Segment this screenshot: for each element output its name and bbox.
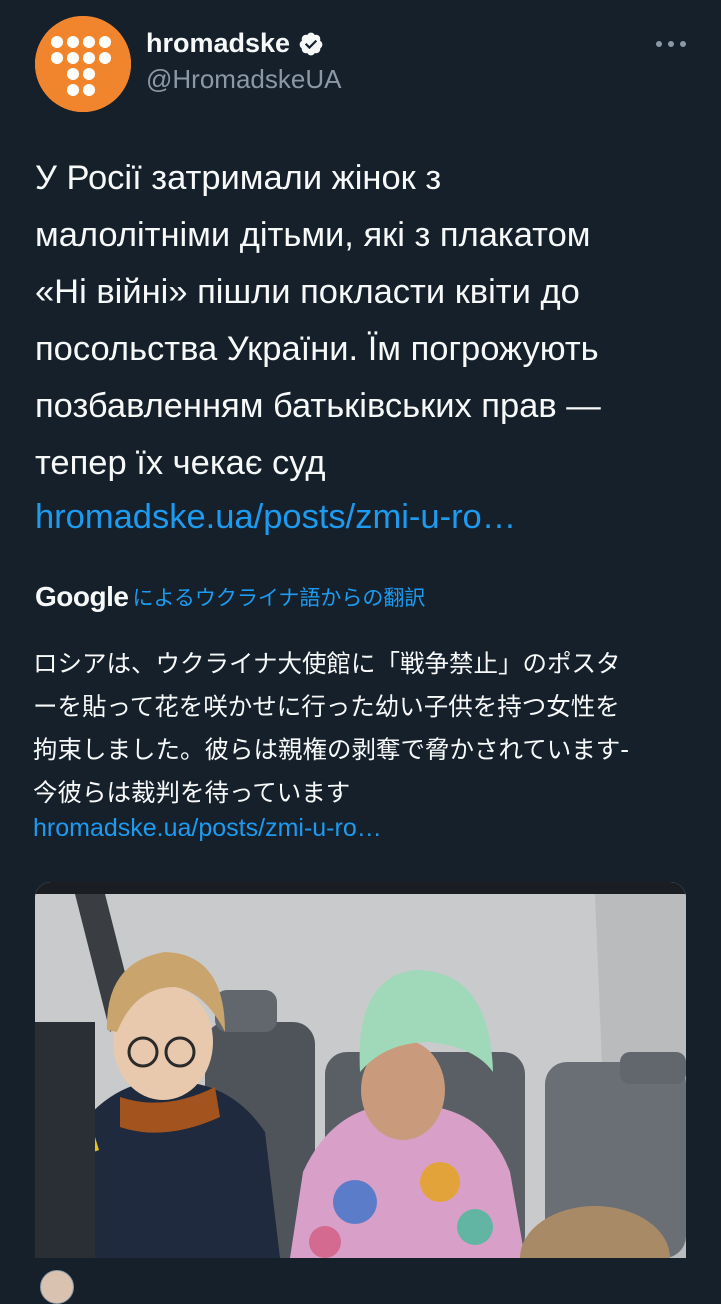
translated-text-line: 拘束しました。彼らは親権の剥奪で脅かされています- <box>33 735 630 764</box>
tweet-text-line: «Ні війні» пішли покласти квіти до <box>35 273 580 311</box>
tweet-text-line: тепер їх чекає суд <box>35 444 326 482</box>
hromadske-logo-icon <box>35 16 131 112</box>
more-options-icon[interactable] <box>654 34 688 54</box>
translated-text: ロシアは、ウクライナ大使館に「戦争禁止」のポスタ ーを貼って花を咲かせに行った幼… <box>33 642 693 814</box>
verified-badge-icon <box>299 32 323 55</box>
google-logo: Google <box>35 581 129 612</box>
tweet-text: У Росії затримали жінок з малолітніми ді… <box>35 150 695 492</box>
author-avatar[interactable] <box>35 16 131 112</box>
translated-text-line: ロシアは、ウクライナ大使館に「戦争禁止」のポスタ <box>33 649 621 678</box>
tweet-text-line: малолітніми дітьми, які з плакатом <box>35 216 591 254</box>
tweet-text-line: позбавленням батьківських прав — <box>35 387 601 425</box>
author-name[interactable]: hromadske <box>146 28 324 59</box>
translation-label[interactable]: によるウクライナ語からの翻訳 <box>132 582 425 612</box>
translated-link[interactable]: hromadske.ua/posts/zmi-u-ro… <box>33 808 382 848</box>
reply-avatar[interactable] <box>40 1270 74 1304</box>
author-handle[interactable]: @HromadskeUA <box>146 64 341 95</box>
tweet[interactable]: hromadske @HromadskeUA У Росії затримали… <box>0 0 721 1304</box>
bottom-bar <box>0 1262 721 1280</box>
translated-text-line: ーを貼って花を咲かせに行った幼い子供を持つ女性を <box>33 692 620 721</box>
tweet-photo[interactable] <box>35 882 686 1258</box>
tweet-text-line: У Росії затримали жінок з <box>35 159 442 197</box>
photo-children-on-bus <box>35 882 686 1258</box>
tweet-link[interactable]: hromadske.ua/posts/zmi-u-ro… <box>35 489 516 546</box>
translation-attribution[interactable]: Google によるウクライナ語からの翻訳 <box>35 581 425 613</box>
author-name-text[interactable]: hromadske <box>146 28 290 59</box>
tweet-text-line: посольства України. Їм погрожують <box>35 330 599 368</box>
